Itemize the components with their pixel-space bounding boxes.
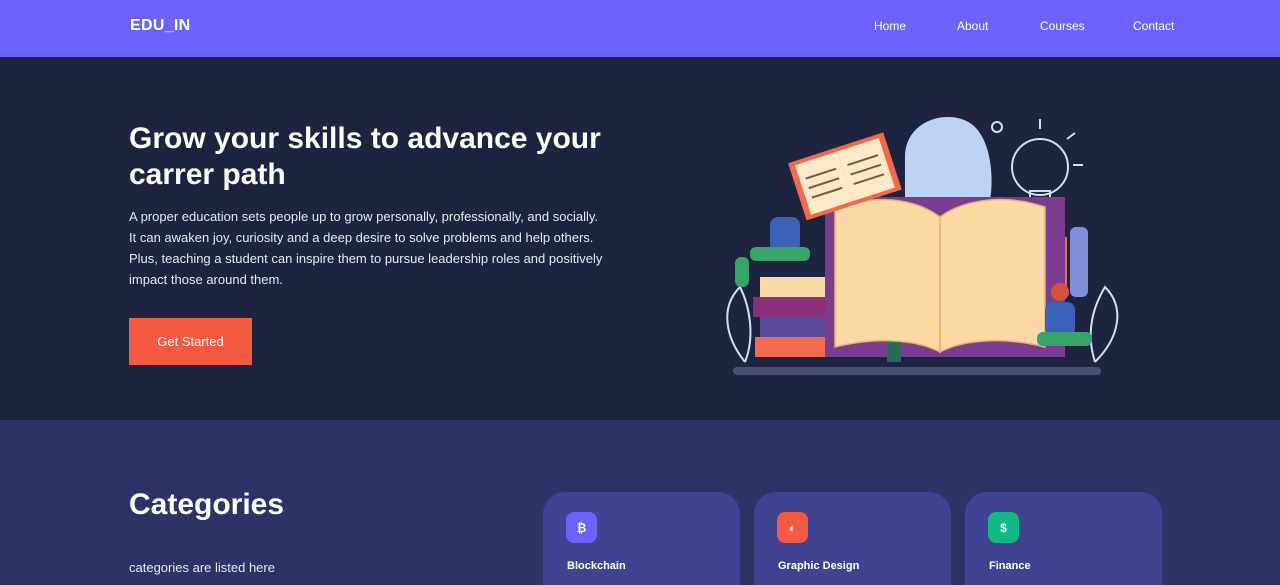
hero-section: Grow your skills to advance your carrer … [0,57,1280,420]
category-label: Graphic Design [778,560,860,572]
brand-logo[interactable]: EDU_IN [130,17,190,35]
nav-link-courses[interactable]: Courses [1040,19,1085,33]
category-card-finance[interactable]: $ Finance [965,492,1162,585]
hero-title: Grow your skills to advance your carrer … [129,122,601,191]
get-started-button[interactable]: Get Started [129,318,252,365]
category-label: Blockchain [567,560,626,572]
nav-link-about[interactable]: About [957,19,988,33]
hero-description: A proper education sets people up to gro… [129,209,603,287]
nav-link-home[interactable]: Home [874,19,906,33]
category-label: Finance [989,560,1031,572]
nav-link-contact[interactable]: Contact [1133,19,1174,33]
top-navbar: EDU_IN Home About Courses Contact [0,0,1280,57]
categories-title: Categories [129,488,285,521]
dollar-icon: $ [988,512,1019,543]
blockchain-icon: ₿ [566,512,597,543]
education-books-illustration [726,117,1119,375]
categories-subtitle: categories are listed here [129,560,275,575]
category-card-blockchain[interactable]: ₿ Blockchain [543,492,740,585]
category-card-graphic-design[interactable]: ◐ Graphic Design [754,492,951,585]
palette-icon: ◐ [777,512,808,543]
categories-section: Categories categories are listed here ₿ … [0,420,1280,585]
